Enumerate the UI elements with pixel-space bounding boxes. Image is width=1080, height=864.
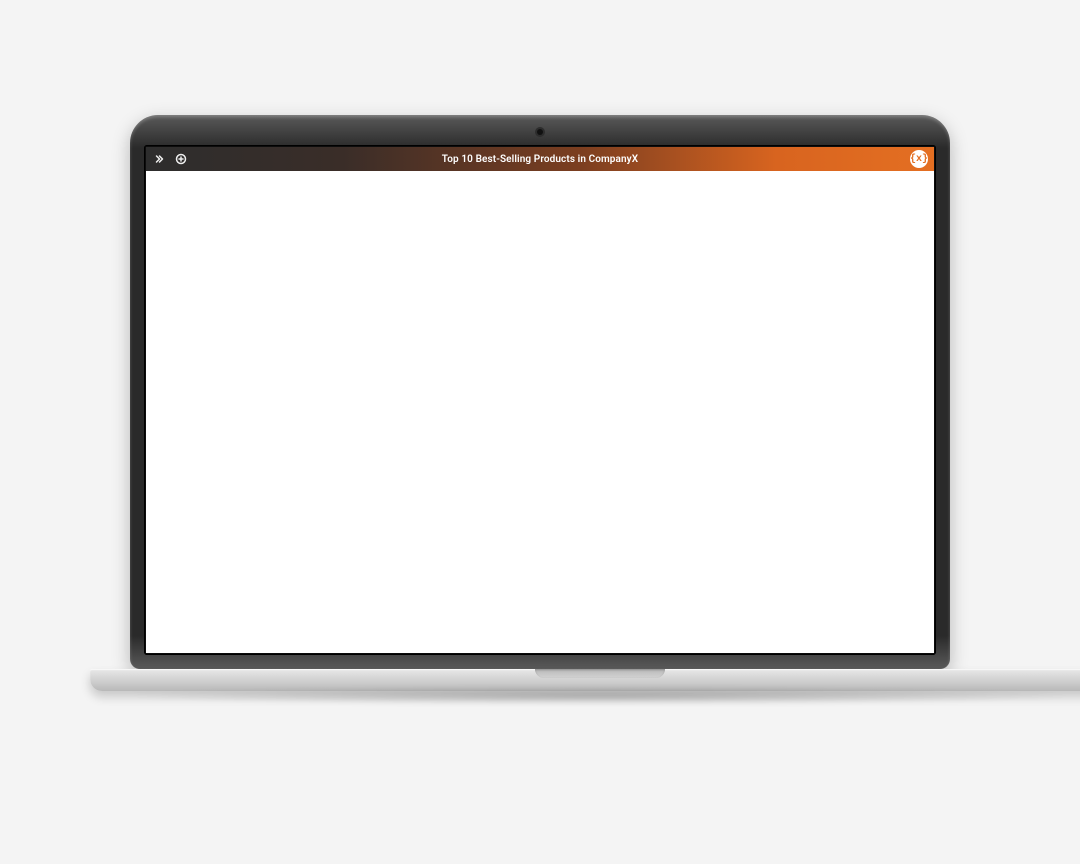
plus-circle-icon <box>175 153 187 165</box>
laptop-lid: Top 10 Best-Selling Products in CompanyX… <box>130 115 950 669</box>
laptop-shadow <box>120 687 1080 705</box>
trackpad-notch <box>535 669 665 678</box>
brand-logo-text: {x} <box>910 154 928 165</box>
page-title: Top 10 Best-Selling Products in CompanyX <box>442 154 638 165</box>
expand-sidebar-button[interactable] <box>152 152 166 166</box>
laptop-screen: Top 10 Best-Selling Products in CompanyX… <box>144 145 936 655</box>
laptop-mockup: Top 10 Best-Selling Products in CompanyX… <box>90 115 990 709</box>
topbar-left-controls <box>152 152 188 166</box>
laptop-base <box>90 669 1080 709</box>
brand-logo[interactable]: {x} <box>910 150 928 168</box>
camera-dot <box>537 129 543 135</box>
add-button[interactable] <box>174 152 188 166</box>
app-content-area <box>146 171 934 653</box>
app-topbar: Top 10 Best-Selling Products in CompanyX… <box>146 147 934 171</box>
chevrons-right-icon <box>153 153 165 165</box>
app-viewport: Top 10 Best-Selling Products in CompanyX… <box>146 147 934 653</box>
